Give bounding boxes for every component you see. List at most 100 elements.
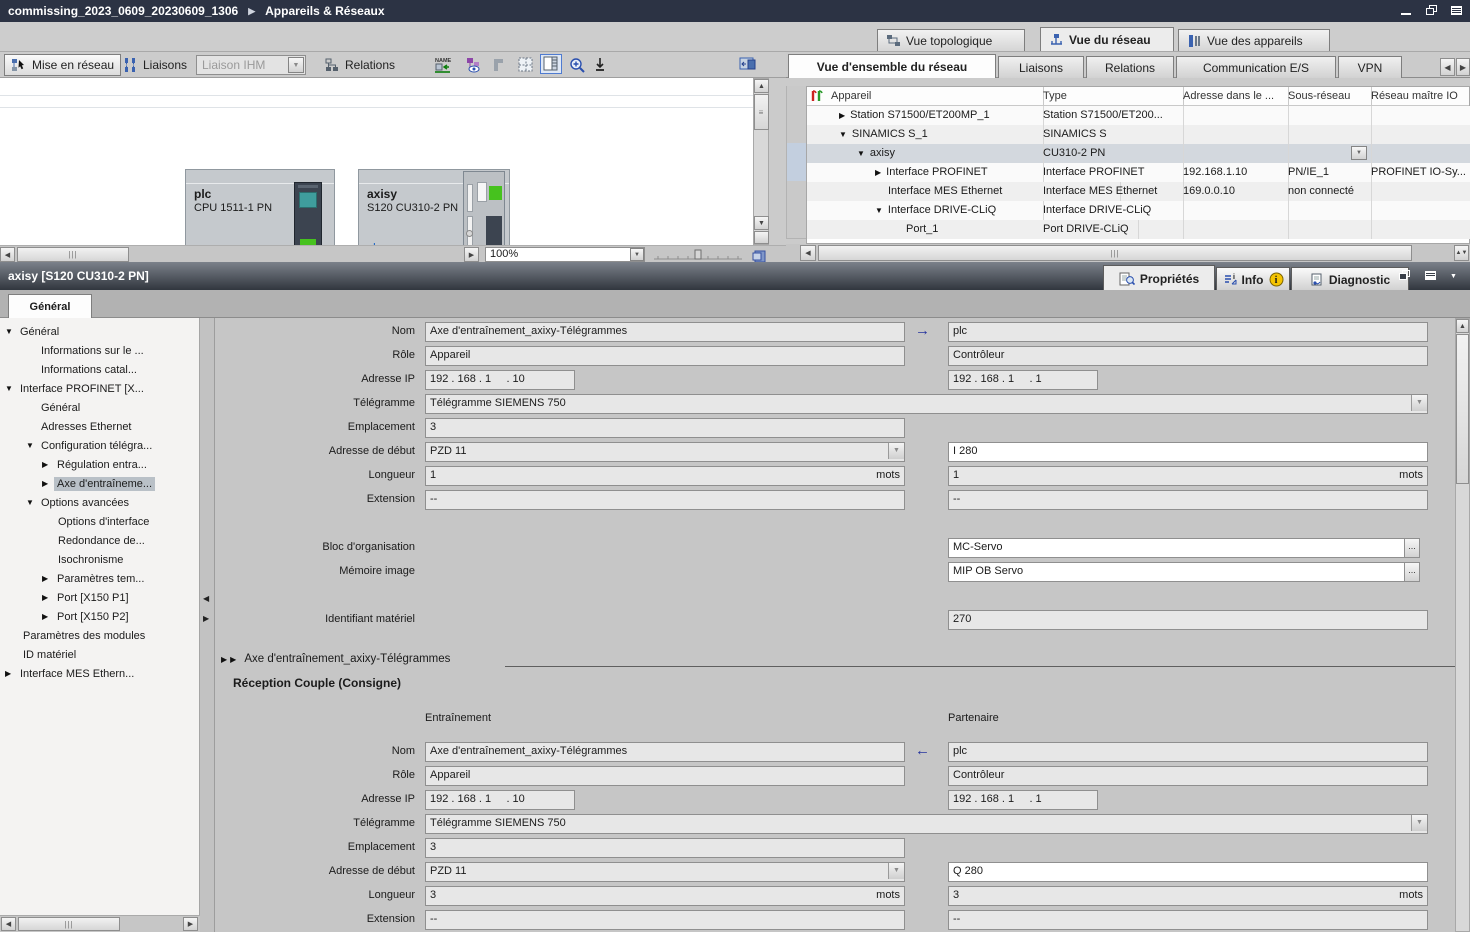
zoom-in-icon[interactable]: [566, 55, 588, 75]
splitter-collapse-left-icon[interactable]: ◀: [203, 594, 209, 603]
organization-block-field[interactable]: MC-Servo: [948, 538, 1414, 558]
minimize-icon[interactable]: [1400, 5, 1413, 16]
subnet-dropdown-icon[interactable]: ▼: [1351, 146, 1367, 160]
drive-ip-field[interactable]: 192 . 168 . 1 . 10: [425, 370, 575, 390]
fit-view-icon[interactable]: [589, 55, 611, 75]
scroll-down-icon[interactable]: ▼: [754, 216, 769, 230]
drive-role-field[interactable]: Appareil: [425, 346, 905, 366]
drive-name-field[interactable]: Axe d'entraînement_axixy-Télégrammes: [425, 742, 905, 762]
tab-io-communication[interactable]: Communication E/S: [1176, 56, 1336, 78]
drive-extension-field[interactable]: --: [425, 910, 905, 930]
tree-item[interactable]: ▼Interface PROFINET [X...: [5, 379, 147, 398]
scroll-buttons[interactable]: ▲▼: [1454, 245, 1469, 261]
scroll-up-icon[interactable]: ▲: [1456, 319, 1469, 333]
partner-role-field[interactable]: Contrôleur: [948, 346, 1428, 366]
table-row[interactable]: ▼SINAMICS S_1 SINAMICS S: [807, 125, 1470, 144]
network-canvas[interactable]: plc CPU 1511-1 PN axisy S120 CU310-2 PN …: [0, 78, 753, 245]
highlight-io-icon[interactable]: [463, 55, 485, 75]
telegram-dropdown[interactable]: Télégramme SIEMENS 750▼: [425, 814, 1428, 834]
scroll-thumb[interactable]: [1456, 334, 1469, 484]
tab-network-view[interactable]: Vue du réseau: [1040, 27, 1174, 51]
tree-item[interactable]: Général: [38, 398, 83, 417]
scroll-thumb[interactable]: |||: [18, 917, 120, 931]
partner-name-field[interactable]: plc: [948, 322, 1428, 342]
expand-icon[interactable]: ▶: [230, 655, 236, 664]
tree-item[interactable]: ▼Configuration télégra...: [26, 436, 155, 455]
drive-name-field[interactable]: Axe d'entraînement_axixy-Télégrammes: [425, 322, 905, 342]
connections-button[interactable]: Liaisons: [116, 54, 193, 76]
partner-ip-field[interactable]: 192 . 168 . 1 . 1: [948, 370, 1098, 390]
expand-icon[interactable]: ▶: [221, 655, 227, 664]
table-panel-icon[interactable]: [540, 54, 562, 74]
relations-button[interactable]: Relations: [318, 54, 401, 76]
splitter-collapse-right-icon[interactable]: ▶: [203, 614, 209, 623]
tab-scroll-left-icon[interactable]: ◀: [1440, 58, 1455, 76]
restore-icon[interactable]: [1426, 5, 1439, 16]
telegram-dropdown[interactable]: Télégramme SIEMENS 750▼: [425, 394, 1428, 414]
table-row[interactable]: Interface MES Ethernet Interface MES Eth…: [807, 182, 1470, 201]
crop-page-icon[interactable]: [489, 55, 511, 75]
table-row[interactable]: Port_1 Port DRIVE-CLiQ: [807, 220, 1470, 239]
tree-item[interactable]: ▶Paramètres tem...: [42, 569, 147, 588]
zoom-level-dropdown[interactable]: 100% ▼: [485, 247, 645, 262]
tree-item[interactable]: ▶Interface MES Ethern...: [5, 664, 137, 683]
float-pane-icon[interactable]: [1399, 270, 1412, 281]
tab-network-overview[interactable]: Vue d'ensemble du réseau: [788, 54, 996, 78]
tree-item[interactable]: ▶Port [X150 P2]: [42, 607, 132, 626]
tab-info[interactable]: i Info i: [1216, 267, 1290, 292]
partner-length-field[interactable]: 3mots: [948, 886, 1428, 906]
tab-general[interactable]: Général: [8, 294, 92, 319]
column-header-subnet[interactable]: Sous-réseau: [1284, 87, 1372, 106]
organization-block-browse-button[interactable]: ...: [1404, 538, 1420, 558]
connection-type-dropdown[interactable]: Liaison IHM ▼: [196, 55, 306, 75]
tree-item[interactable]: ▼Options avancées: [26, 493, 132, 512]
device-plc[interactable]: plc CPU 1511-1 PN: [185, 169, 335, 245]
partner-ip-field[interactable]: 192 . 168 . 1 . 1: [948, 790, 1098, 810]
scroll-right-icon[interactable]: ▶: [464, 247, 479, 262]
zoom-slider[interactable]: [652, 249, 744, 261]
drive-length-field[interactable]: 3mots: [425, 886, 905, 906]
tree-item-selected[interactable]: ▶Axe d'entraîneme...: [42, 474, 155, 493]
tab-scroll-right-icon[interactable]: ▶: [1456, 58, 1470, 76]
network-mode-button[interactable]: Mise en réseau: [4, 54, 121, 76]
tab-device-view[interactable]: Vue des appareils: [1178, 29, 1330, 51]
drive-ip-field[interactable]: 192 . 168 . 1 . 10: [425, 790, 575, 810]
menu-icon[interactable]: [1451, 5, 1464, 16]
tab-connections[interactable]: Liaisons: [998, 56, 1084, 78]
scroll-thumb[interactable]: |||: [818, 245, 1412, 261]
tree-item[interactable]: ▼Général: [5, 322, 62, 341]
tab-topology-view[interactable]: Vue topologique: [877, 29, 1025, 51]
slot-field[interactable]: 3: [425, 418, 905, 438]
drive-extension-field[interactable]: --: [425, 490, 905, 510]
tree-item[interactable]: ▶Port [X150 P1]: [42, 588, 132, 607]
scroll-up-icon[interactable]: ▲: [754, 79, 769, 93]
table-row[interactable]: ▼Interface DRIVE-CLiQ Interface DRIVE-CL…: [807, 201, 1470, 220]
tab-properties[interactable]: Propriétés: [1103, 265, 1215, 292]
scroll-left-icon[interactable]: ◀: [0, 247, 15, 262]
tree-item[interactable]: Redondance de...: [55, 531, 148, 550]
tab-vpn[interactable]: VPN: [1338, 56, 1402, 78]
tree-item[interactable]: Informations catal...: [38, 360, 140, 379]
partner-extension-field[interactable]: --: [948, 910, 1428, 930]
tree-item[interactable]: Isochronisme: [55, 550, 126, 569]
tree-item[interactable]: Paramètres des modules: [20, 626, 148, 645]
drive-start-address-dropdown[interactable]: PZD 11▼: [425, 862, 905, 882]
breadcrumb-page[interactable]: Appareils & Réseaux: [265, 4, 384, 18]
form-vscrollbar[interactable]: ▲: [1455, 318, 1470, 932]
breadcrumb-project[interactable]: commissing_2023_0609_20230609_1306: [8, 4, 238, 18]
partner-extension-field[interactable]: --: [948, 490, 1428, 510]
tree-bottom-scrollbar[interactable]: ◀ ||| ▶: [0, 915, 200, 932]
table-row[interactable]: ▶Interface PROFINET Interface PROFINET 1…: [807, 163, 1470, 182]
partner-role-field[interactable]: Contrôleur: [948, 766, 1428, 786]
tree-item[interactable]: ▶Régulation entra...: [42, 455, 150, 474]
drive-start-address-dropdown[interactable]: PZD 11▼: [425, 442, 905, 462]
split-editor-icon[interactable]: [736, 54, 758, 74]
partner-start-address-field[interactable]: Q 280: [948, 862, 1428, 882]
tree-item[interactable]: Informations sur le ...: [38, 341, 147, 360]
partner-length-field[interactable]: 1mots: [948, 466, 1428, 486]
tree-item[interactable]: Adresses Ethernet: [38, 417, 135, 436]
table-row[interactable]: ▶Station S71500/ET200MP_1 Station S71500…: [807, 106, 1470, 125]
column-header-device[interactable]: Appareil: [827, 87, 1044, 106]
page-breaks-icon[interactable]: [515, 55, 537, 75]
canvas-vscrollbar[interactable]: ▲ ≡ ▼: [753, 78, 769, 245]
